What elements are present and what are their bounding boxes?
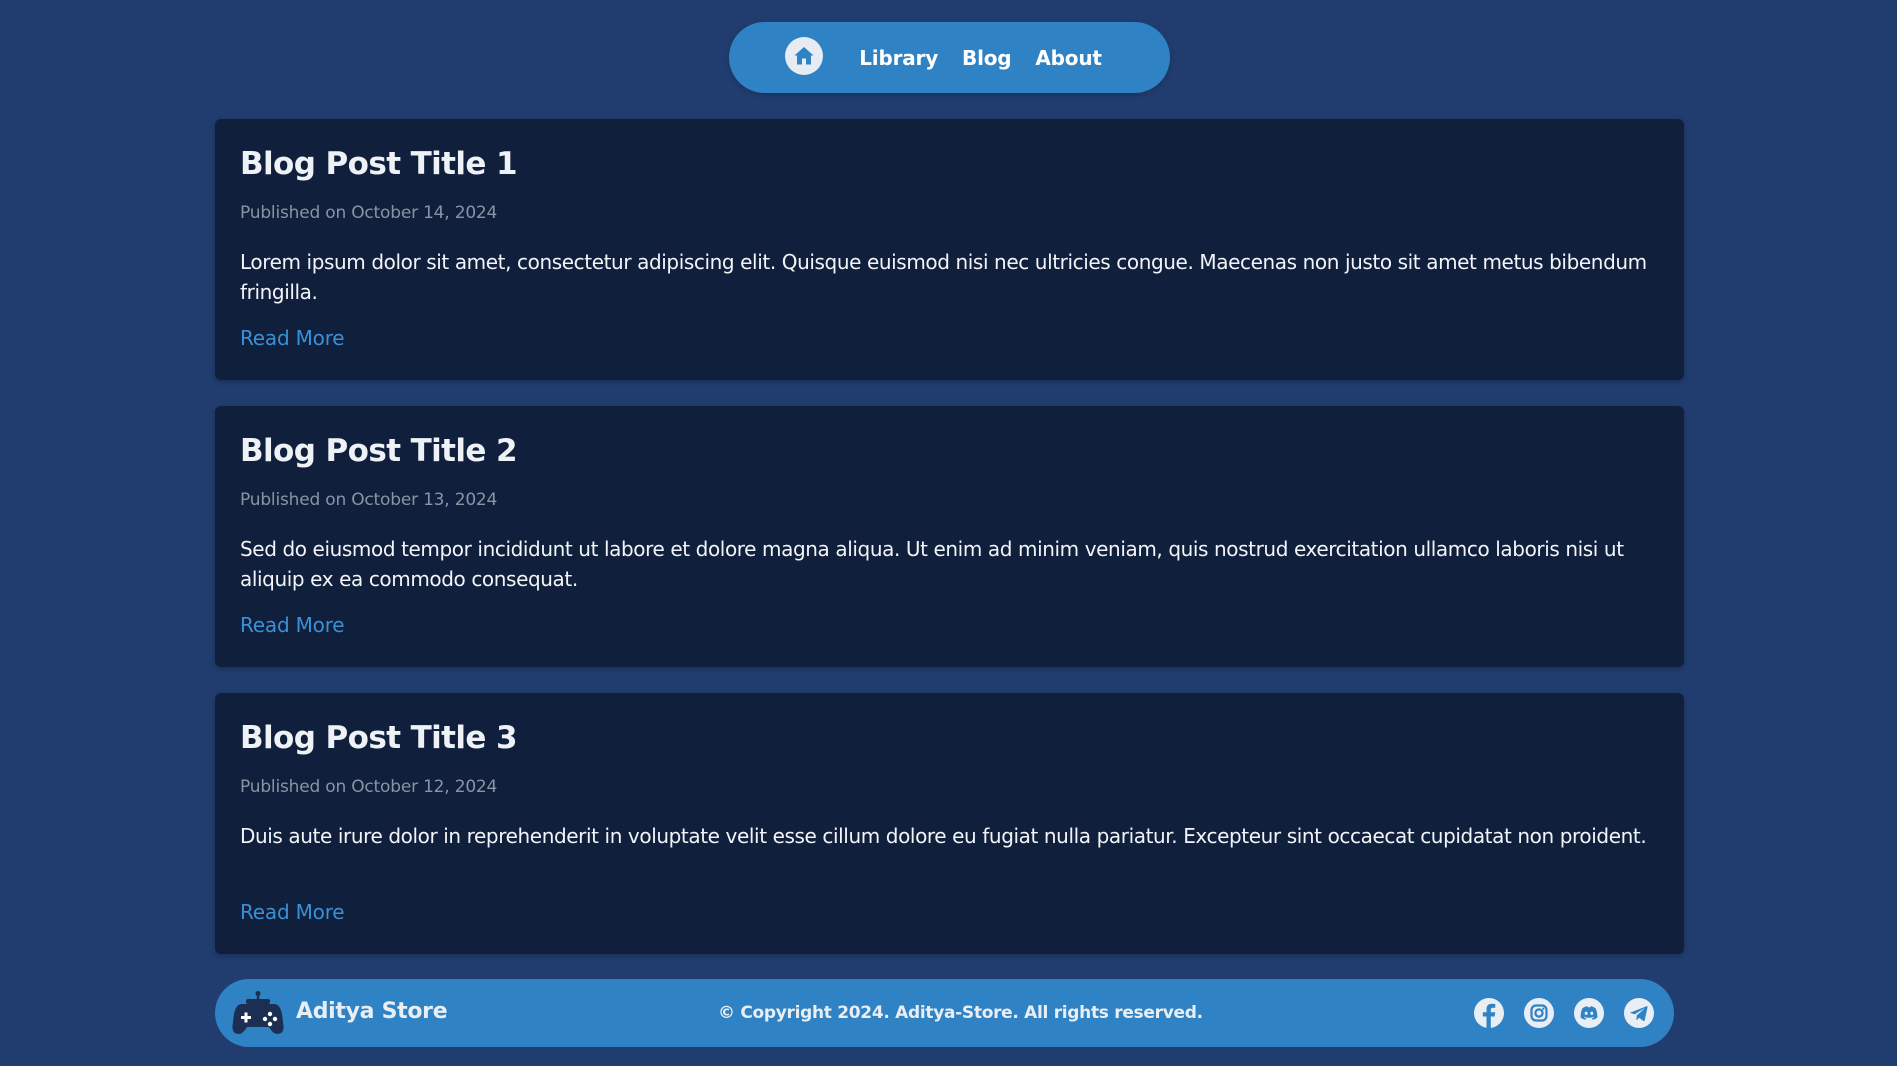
footer-copyright: © Copyright 2024. Aditya-Store. All righ… (718, 1003, 1203, 1023)
nav-link-about[interactable]: About (1035, 46, 1102, 70)
read-more-link[interactable]: Read More (240, 326, 345, 350)
post-title: Blog Post Title 2 (240, 433, 518, 469)
telegram-link[interactable] (1623, 997, 1655, 1029)
blog-post-card: Blog Post Title 1 Published on October 1… (215, 119, 1684, 380)
main-nav: Library Blog About (729, 22, 1170, 93)
site-footer: Aditya Store © Copyright 2024. Aditya-St… (215, 979, 1674, 1047)
instagram-link[interactable] (1523, 997, 1555, 1029)
gamepad-icon (232, 991, 284, 1034)
post-date: Published on October 12, 2024 (240, 777, 498, 797)
post-excerpt: Duis aute irure dolor in reprehenderit i… (240, 824, 1647, 848)
read-more-link[interactable]: Read More (240, 900, 345, 924)
post-excerpt: Lorem ipsum dolor sit amet, consectetur … (240, 250, 1647, 304)
post-date: Published on October 14, 2024 (240, 203, 498, 223)
blog-post-card: Blog Post Title 3 Published on October 1… (215, 693, 1684, 954)
read-more-link[interactable]: Read More (240, 613, 345, 637)
post-title: Blog Post Title 1 (240, 146, 518, 182)
blog-post-card: Blog Post Title 2 Published on October 1… (215, 406, 1684, 667)
facebook-link[interactable] (1473, 997, 1505, 1029)
discord-icon (1574, 998, 1604, 1028)
facebook-icon (1474, 998, 1504, 1028)
post-excerpt: Sed do eiusmod tempor incididunt ut labo… (240, 537, 1624, 591)
nav-link-blog[interactable]: Blog (962, 46, 1012, 70)
home-icon (794, 46, 814, 64)
footer-brand-name: Aditya Store (296, 999, 448, 1024)
nav-link-library[interactable]: Library (859, 46, 938, 70)
discord-link[interactable] (1573, 997, 1605, 1029)
instagram-icon (1524, 998, 1554, 1028)
post-date: Published on October 13, 2024 (240, 490, 498, 510)
post-title: Blog Post Title 3 (240, 720, 518, 756)
telegram-icon (1624, 998, 1654, 1028)
nav-home-button[interactable] (785, 36, 824, 75)
